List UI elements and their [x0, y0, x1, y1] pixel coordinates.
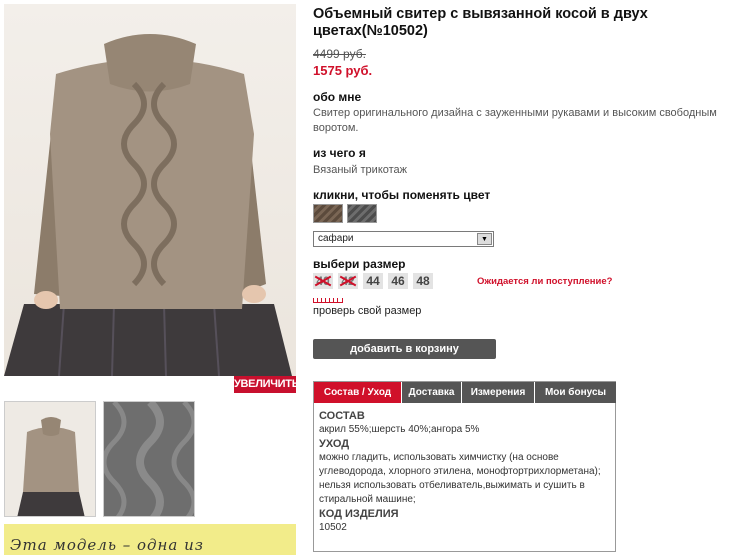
size-option-48[interactable]: 48 — [413, 273, 433, 289]
zoom-button[interactable]: УВЕЛИЧИТЬ — [234, 376, 300, 393]
promo-text: Эта модель – одна из — [10, 536, 204, 554]
product-code: 10502 — [319, 522, 347, 533]
tab-content: СОСТАВ акрил 55%;шерсть 40%;ангора 5% УХ… — [319, 409, 611, 535]
material-text: Вязаный трикотаж — [313, 164, 408, 176]
care-text: можно гладить, использовать химчистку (н… — [319, 452, 601, 505]
material-heading: из чего я — [313, 146, 366, 160]
code-heading: КОД ИЗДЕЛИЯ — [319, 508, 399, 520]
size-option-42[interactable]: 42 — [338, 273, 358, 289]
about-heading: обо мне — [313, 90, 362, 104]
size-option-44[interactable]: 44 — [363, 273, 383, 289]
restock-link[interactable]: Ожидается ли поступление? — [477, 276, 612, 287]
thumbnail-sweater[interactable] — [4, 401, 96, 517]
product-title: Объемный свитер с вывязанной косой в дву… — [313, 6, 648, 39]
sale-price: 1575 руб. — [313, 63, 373, 78]
composition-text: акрил 55%;шерсть 40%;ангора 5% — [319, 424, 480, 435]
color-swatch-brown[interactable] — [313, 204, 343, 223]
chevron-down-icon[interactable]: ▼ — [477, 233, 492, 245]
composition-heading: СОСТАВ — [319, 410, 365, 422]
thumbnail-knit-texture[interactable] — [103, 401, 195, 517]
care-heading: УХОД — [319, 438, 350, 450]
size-heading: выбери размер — [313, 257, 406, 271]
tab-measurements[interactable]: Измерения — [462, 382, 534, 403]
add-to-cart-button[interactable]: добавить в корзину — [313, 339, 496, 359]
ruler-icon[interactable] — [313, 297, 343, 303]
about-text: Свитер оригинального дизайна с зауженным… — [313, 107, 717, 134]
details-tabs: Состав / Уход Доставка Измерения Мои бон… — [313, 381, 616, 552]
old-price: 4499 руб. — [313, 47, 366, 61]
product-main-photo[interactable] — [4, 4, 296, 376]
tab-composition-care[interactable]: Состав / Уход — [314, 382, 401, 403]
promo-banner[interactable]: Эта модель – одна из — [4, 524, 296, 555]
size-option-46[interactable]: 46 — [388, 273, 408, 289]
tab-bonuses[interactable]: Мои бонусы — [535, 382, 616, 403]
tab-delivery[interactable]: Доставка — [402, 382, 461, 403]
color-select-value: сафари — [318, 233, 354, 244]
check-size-link[interactable]: проверь свой размер — [313, 305, 421, 317]
color-swatch-grey[interactable] — [347, 204, 377, 223]
size-option-40[interactable]: 40 — [313, 273, 333, 289]
color-heading: кликни, чтобы поменять цвет — [313, 188, 491, 202]
color-select[interactable]: сафари ▼ — [313, 231, 494, 247]
